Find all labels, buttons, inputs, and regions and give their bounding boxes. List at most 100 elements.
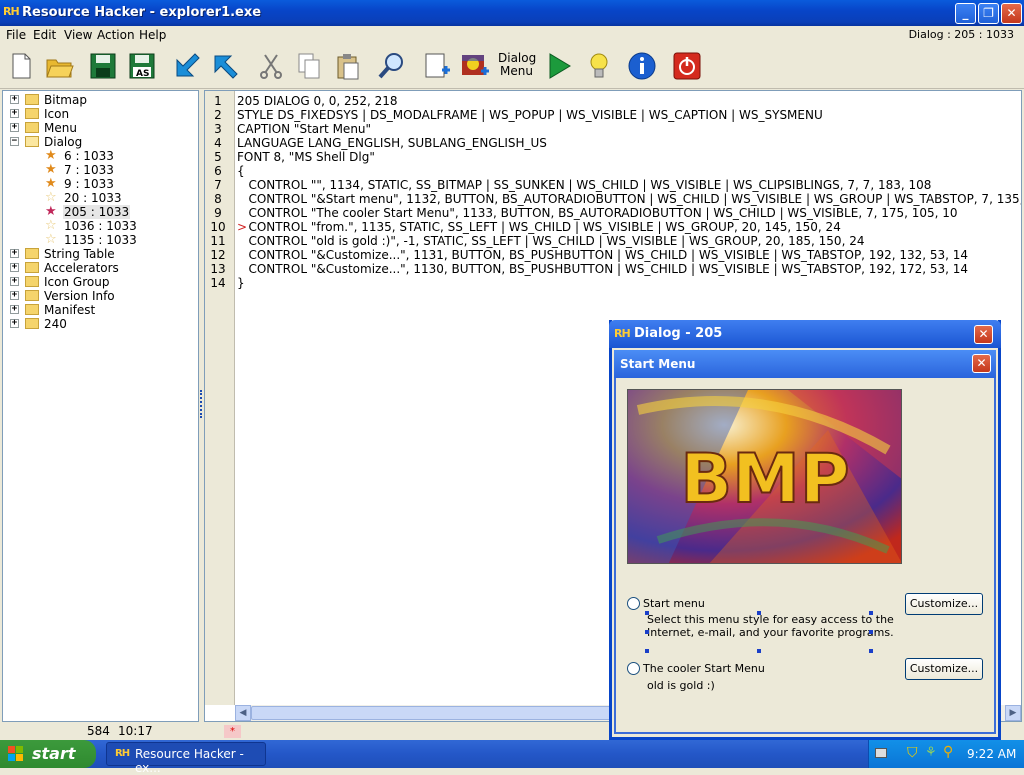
start-menu-radio[interactable] — [627, 597, 640, 610]
code-line: CONTROL "", 1134, STATIC, SS_BITMAP | SS… — [237, 178, 932, 192]
resource-star-outline-icon: ☆ — [45, 190, 57, 205]
customize-button-1[interactable]: Customize... — [905, 593, 983, 615]
tree-item-dialog-7[interactable]: ★ 7 : 1033 — [3, 163, 198, 178]
customize-button-2[interactable]: Customize... — [905, 658, 983, 680]
taskbar-item-resource-hacker[interactable]: RH Resource Hacker - ex... — [106, 742, 266, 775]
scroll-right-icon[interactable]: ▶ — [1005, 705, 1021, 721]
tree-label: Icon Group — [44, 275, 110, 289]
cooler-start-menu-radio[interactable] — [627, 662, 640, 675]
lightbulb-icon[interactable] — [584, 51, 614, 81]
arrow-forward-icon[interactable] — [210, 51, 240, 81]
add-resource-icon[interactable] — [422, 51, 452, 81]
selection-handle[interactable] — [645, 630, 649, 634]
start-button[interactable]: start — [0, 740, 96, 768]
tree-item-menu[interactable]: + Menu — [3, 121, 198, 135]
menu-view[interactable]: View — [64, 28, 92, 42]
expand-icon[interactable]: + — [10, 95, 19, 104]
expand-icon[interactable]: + — [10, 319, 19, 328]
scroll-thumb[interactable] — [251, 706, 621, 720]
selection-handle[interactable] — [869, 649, 873, 653]
open-folder-icon[interactable] — [44, 51, 74, 81]
cursor-position: 584 — [87, 724, 110, 738]
tree-item-bitmap[interactable]: + Bitmap — [3, 93, 198, 107]
add-image-icon[interactable] — [460, 51, 490, 81]
expand-icon[interactable]: + — [10, 263, 19, 272]
window-title: Resource Hacker - explorer1.exe — [22, 5, 262, 20]
collapse-icon[interactable]: − — [10, 137, 19, 146]
maximize-button[interactable]: ❐ — [978, 3, 999, 24]
tree-item-dialog-1036[interactable]: ☆ 1036 : 1033 — [3, 219, 198, 234]
line-number: 4 — [214, 136, 222, 150]
tree-item-string-table[interactable]: + String Table — [3, 247, 198, 261]
tree-item-icon-group[interactable]: + Icon Group — [3, 275, 198, 289]
expand-icon[interactable]: + — [10, 249, 19, 258]
security-shield-icon[interactable]: ⛉ — [907, 745, 918, 761]
close-button[interactable]: ✕ — [1001, 3, 1022, 24]
copy-icon[interactable] — [294, 51, 324, 81]
tree-item-dialog-20[interactable]: ☆ 20 : 1033 — [3, 190, 198, 206]
cooler-start-menu-radio-label[interactable]: The cooler Start Menu — [643, 662, 765, 675]
folder-icon — [25, 276, 39, 287]
start-menu-radio-label[interactable]: Start menu — [643, 597, 705, 610]
tree-item-icon[interactable]: + Icon — [3, 107, 198, 121]
dialog-merge-icon[interactable]: Dialog Menu — [498, 52, 536, 82]
arrow-back-icon[interactable] — [172, 51, 202, 81]
code-line: STYLE DS_FIXEDSYS | DS_MODALFRAME | WS_P… — [237, 108, 823, 122]
keyboard-icon[interactable] — [875, 748, 887, 758]
minimize-button[interactable]: _ — [955, 3, 976, 24]
selection-handle[interactable] — [645, 611, 649, 615]
close-icon[interactable]: ✕ — [972, 354, 991, 373]
tree-item-dialog-1135[interactable]: ☆ 1135 : 1033 — [3, 233, 198, 248]
search-icon[interactable]: ⚲ — [943, 744, 953, 760]
start-menu-description-1: Select this menu style for easy access t… — [647, 613, 894, 626]
title-bar: RH Resource Hacker - explorer1.exe _ ❐ ✕ — [0, 0, 1024, 26]
expand-icon[interactable]: + — [10, 277, 19, 286]
selection-handle[interactable] — [645, 649, 649, 653]
taskbar-item-label: Resource Hacker - ex... — [135, 747, 244, 775]
expand-icon[interactable]: + — [10, 305, 19, 314]
tree-item-manifest[interactable]: + Manifest — [3, 303, 198, 317]
find-icon[interactable] — [376, 51, 406, 81]
old-is-gold-label: old is gold :) — [647, 679, 715, 692]
info-icon[interactable] — [627, 51, 657, 81]
new-file-icon[interactable] — [6, 51, 36, 81]
windows-logo-icon — [8, 746, 24, 762]
line-number: 10 — [210, 220, 226, 234]
selection-handle[interactable] — [757, 649, 761, 653]
save-as-icon[interactable]: AS — [127, 51, 157, 81]
selection-handle[interactable] — [869, 611, 873, 615]
menu-action[interactable]: Action — [97, 28, 135, 42]
tree-item-dialog-205[interactable]: ★ 205 : 1033 — [3, 205, 198, 219]
line-number: 3 — [214, 122, 222, 136]
line-number: 9 — [214, 206, 222, 220]
exit-power-icon[interactable] — [672, 51, 702, 81]
menu-edit[interactable]: Edit — [33, 28, 56, 42]
close-icon[interactable]: ✕ — [974, 325, 993, 344]
tree-item-240[interactable]: + 240 — [3, 317, 198, 331]
tree-label: Dialog — [44, 135, 83, 149]
tree-item-accelerators[interactable]: + Accelerators — [3, 261, 198, 275]
menu-help[interactable]: Help — [139, 28, 166, 42]
paste-icon[interactable] — [333, 51, 363, 81]
tree-item-dialog-6[interactable]: ★ 6 : 1033 — [3, 149, 198, 164]
tree-item-dialog[interactable]: − Dialog — [3, 135, 198, 149]
menu-bar: File Edit View Action Help Dialog : 205 … — [0, 26, 1024, 44]
start-menu-title: Start Menu — [620, 357, 696, 371]
resource-tree[interactable]: + Bitmap + Icon + Menu − Dialog ★ 6 : 10… — [2, 90, 199, 722]
network-icon[interactable]: ⚘ — [925, 745, 937, 760]
save-icon[interactable] — [88, 51, 118, 81]
tree-item-version-info[interactable]: + Version Info — [3, 289, 198, 303]
cut-icon[interactable] — [256, 51, 286, 81]
menu-file[interactable]: File — [6, 28, 26, 42]
expand-icon[interactable]: + — [10, 123, 19, 132]
resource-star-icon: ★ — [45, 176, 57, 191]
tree-item-dialog-9[interactable]: ★ 9 : 1033 — [3, 176, 198, 192]
app-icon: RH — [3, 5, 20, 18]
expand-icon[interactable]: + — [10, 291, 19, 300]
expand-icon[interactable]: + — [10, 109, 19, 118]
compile-play-icon[interactable] — [544, 51, 574, 81]
scroll-left-icon[interactable]: ◀ — [235, 705, 251, 721]
selection-handle[interactable] — [757, 611, 761, 615]
status-time: 10:17 — [118, 724, 153, 738]
selection-handle[interactable] — [869, 630, 873, 634]
